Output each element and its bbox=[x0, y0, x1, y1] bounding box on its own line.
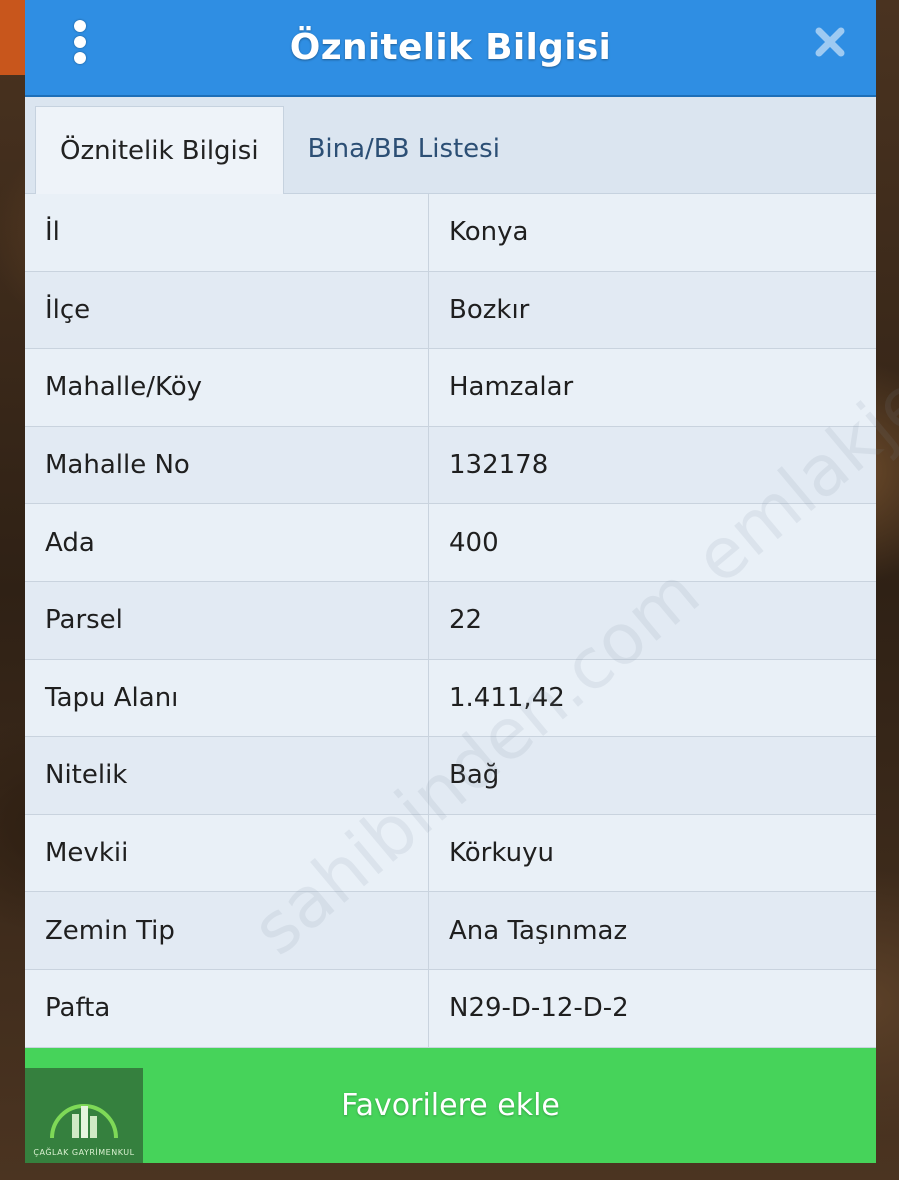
table-row: Mahalle No 132178 bbox=[25, 426, 876, 505]
table-row: Mahalle/Köy Hamzalar bbox=[25, 349, 876, 427]
close-icon[interactable] bbox=[812, 24, 848, 60]
add-to-favorites-button[interactable]: Favorilere ekle bbox=[25, 1048, 876, 1163]
row-value: Bağ bbox=[449, 760, 500, 791]
row-key: Mahalle No bbox=[25, 426, 429, 504]
row-value: 22 bbox=[449, 605, 483, 636]
row-value: Körkuyu bbox=[449, 838, 554, 869]
logo-text: ÇAĞLAK GAYRİMENKUL bbox=[33, 1148, 135, 1157]
tab-building-list[interactable]: Bina/BB Listesi bbox=[284, 105, 524, 193]
tab-bar: Öznitelik Bilgisi Bina/BB Listesi bbox=[25, 97, 876, 194]
table-row: İl Konya bbox=[25, 194, 876, 272]
table-row: Mevkii Körkuyu bbox=[25, 814, 876, 893]
table-row: Zemin Tip Ana Taşınmaz bbox=[25, 892, 876, 970]
row-key: Tapu Alanı bbox=[25, 659, 429, 737]
row-key: İlçe bbox=[25, 271, 429, 349]
row-key: Pafta bbox=[25, 969, 429, 1047]
table-row: Ada 400 bbox=[25, 504, 876, 582]
dialog-title: Öznitelik Bilgisi bbox=[289, 27, 612, 68]
row-key: İl bbox=[25, 194, 429, 271]
row-key: Ada bbox=[25, 504, 429, 581]
row-key: Zemin Tip bbox=[25, 892, 429, 969]
row-value: Bozkır bbox=[449, 294, 530, 325]
row-key: Parsel bbox=[25, 581, 429, 659]
company-logo: ÇAĞLAK GAYRİMENKUL bbox=[25, 1068, 143, 1163]
row-key: Mevkii bbox=[25, 814, 429, 892]
attribute-table: İl Konya İlçe Bozkır Mahalle/Köy Hamzala… bbox=[25, 194, 876, 1048]
row-value: N29-D-12-D-2 bbox=[449, 993, 629, 1024]
kebab-menu-icon[interactable] bbox=[67, 20, 93, 64]
table-row: Tapu Alanı 1.411,42 bbox=[25, 659, 876, 738]
dialog-header: Öznitelik Bilgisi bbox=[25, 0, 876, 97]
row-value: 1.411,42 bbox=[449, 682, 565, 713]
row-key: Nitelik bbox=[25, 737, 429, 814]
tab-attribute-info[interactable]: Öznitelik Bilgisi bbox=[35, 106, 284, 194]
table-row: İlçe Bozkır bbox=[25, 271, 876, 350]
row-value: 132178 bbox=[449, 450, 549, 481]
attribute-dialog: Öznitelik Bilgisi Öznitelik Bilgisi Bina… bbox=[25, 0, 876, 1163]
row-value: Ana Taşınmaz bbox=[449, 915, 628, 946]
map-edge bbox=[0, 0, 25, 75]
building-logo-icon bbox=[50, 1104, 118, 1139]
row-key: Mahalle/Köy bbox=[25, 349, 429, 426]
table-row: Pafta N29-D-12-D-2 bbox=[25, 969, 876, 1048]
row-value: Konya bbox=[449, 217, 529, 248]
row-value: 400 bbox=[449, 527, 499, 558]
row-value: Hamzalar bbox=[449, 372, 574, 403]
table-row: Nitelik Bağ bbox=[25, 737, 876, 815]
table-row: Parsel 22 bbox=[25, 581, 876, 660]
